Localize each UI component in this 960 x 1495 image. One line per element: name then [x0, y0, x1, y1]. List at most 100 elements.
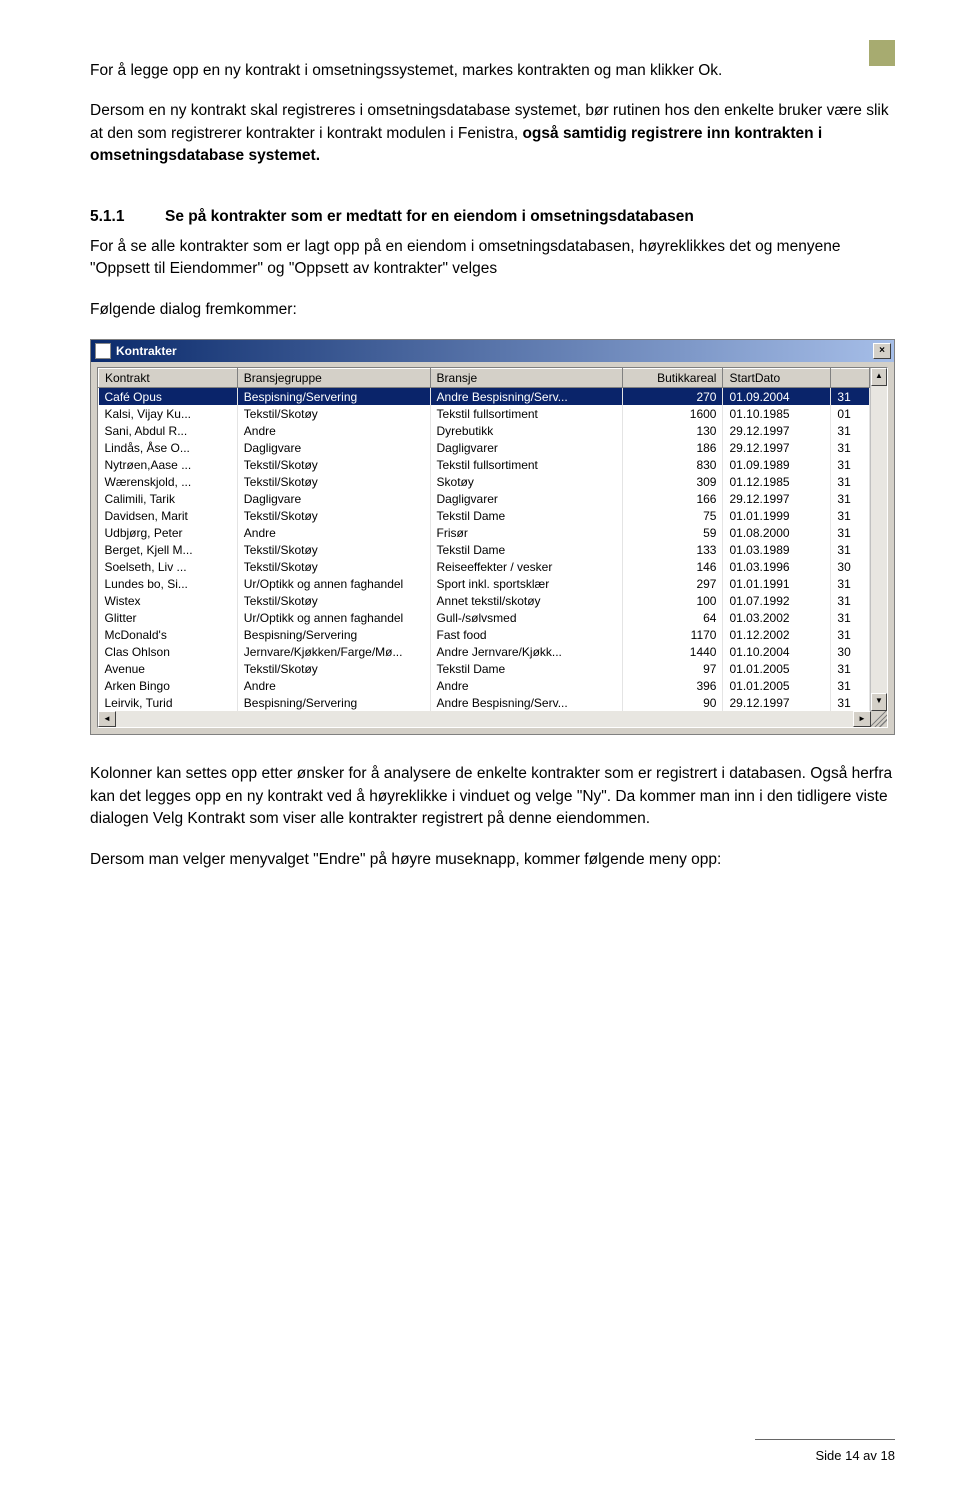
table-cell: Tekstil fullsortiment — [430, 405, 623, 422]
table-row[interactable]: GlitterUr/Optikk og annen faghandelGull-… — [99, 609, 870, 626]
table-row[interactable]: WistexTekstil/SkotøyAnnet tekstil/skotøy… — [99, 592, 870, 609]
table-cell: 31 — [831, 541, 870, 558]
table-cell: 01.03.1996 — [723, 558, 831, 575]
table-row[interactable]: Sani, Abdul R...AndreDyrebutikk13029.12.… — [99, 422, 870, 439]
table-cell: Tekstil/Skotøy — [237, 660, 430, 677]
table-row[interactable]: Lundes bo, Si...Ur/Optikk og annen fagha… — [99, 575, 870, 592]
table-cell: Tekstil Dame — [430, 660, 623, 677]
page-accent-square — [869, 40, 895, 66]
table-cell: 31 — [831, 677, 870, 694]
table-cell: 59 — [623, 524, 723, 541]
table-cell: 01.10.2004 — [723, 643, 831, 660]
dialog-titlebar[interactable]: Kontrakter × — [91, 340, 894, 362]
table-cell: Berget, Kjell M... — [99, 541, 238, 558]
table-container: KontraktBransjegruppeBransjeButikkarealS… — [97, 367, 888, 728]
scroll-track[interactable] — [871, 386, 887, 693]
column-header[interactable]: Bransjegruppe — [237, 369, 430, 388]
section-heading: 5.1.1 Se på kontrakter som er medtatt fo… — [90, 208, 895, 226]
table-cell: Skotøy — [430, 473, 623, 490]
table-cell: 31 — [831, 473, 870, 490]
table-row[interactable]: Arken BingoAndreAndre39601.01.200531 — [99, 677, 870, 694]
table-row[interactable]: Berget, Kjell M...Tekstil/SkotøyTekstil … — [99, 541, 870, 558]
table-row[interactable]: Kalsi, Vijay Ku...Tekstil/SkotøyTekstil … — [99, 405, 870, 422]
table-cell: 01.01.1991 — [723, 575, 831, 592]
table-cell: 64 — [623, 609, 723, 626]
table-cell: 31 — [831, 592, 870, 609]
scroll-up-button[interactable]: ▲ — [871, 368, 887, 386]
table-cell: 31 — [831, 524, 870, 541]
table-cell: Clas Ohlson — [99, 643, 238, 660]
table-cell: 186 — [623, 439, 723, 456]
table-row[interactable]: Udbjørg, PeterAndreFrisør5901.08.200031 — [99, 524, 870, 541]
table-cell: 1170 — [623, 626, 723, 643]
table-cell: Jernvare/Kjøkken/Farge/Mø... — [237, 643, 430, 660]
vertical-scrollbar[interactable]: ▲ ▼ — [870, 368, 887, 711]
table-cell: Ur/Optikk og annen faghandel — [237, 609, 430, 626]
table-cell: 31 — [831, 422, 870, 439]
table-cell: Bespisning/Servering — [237, 694, 430, 711]
table-cell: 146 — [623, 558, 723, 575]
paragraph: For å legge opp en ny kontrakt i omsetni… — [90, 60, 895, 82]
table-cell: 830 — [623, 456, 723, 473]
table-cell: 31 — [831, 456, 870, 473]
scroll-track[interactable] — [116, 711, 853, 727]
table-row[interactable]: AvenueTekstil/SkotøyTekstil Dame9701.01.… — [99, 660, 870, 677]
table-row[interactable]: Davidsen, MaritTekstil/SkotøyTekstil Dam… — [99, 507, 870, 524]
table-row[interactable]: Soelseth, Liv ...Tekstil/SkotøyReiseeffe… — [99, 558, 870, 575]
table-row[interactable]: McDonald'sBespisning/ServeringFast food1… — [99, 626, 870, 643]
table-cell: Dyrebutikk — [430, 422, 623, 439]
column-header[interactable]: Kontrakt — [99, 369, 238, 388]
scroll-down-button[interactable]: ▼ — [871, 693, 887, 711]
paragraph: For å se alle kontrakter som er lagt opp… — [90, 236, 895, 281]
table-row[interactable]: Clas OhlsonJernvare/Kjøkken/Farge/Mø...A… — [99, 643, 870, 660]
table-row[interactable]: Leirvik, TuridBespisning/ServeringAndre … — [99, 694, 870, 711]
window-icon — [95, 343, 111, 359]
table-cell: Leirvik, Turid — [99, 694, 238, 711]
table-cell: 01.10.1985 — [723, 405, 831, 422]
table-cell: 01.03.1989 — [723, 541, 831, 558]
table-cell: Avenue — [99, 660, 238, 677]
table-cell: 01.12.1985 — [723, 473, 831, 490]
table-cell: McDonald's — [99, 626, 238, 643]
table-cell: Bespisning/Servering — [237, 626, 430, 643]
table-cell: Lundes bo, Si... — [99, 575, 238, 592]
section-number: 5.1.1 — [90, 208, 165, 226]
table-row[interactable]: Lindås, Åse O...DagligvareDagligvarer186… — [99, 439, 870, 456]
table-cell: 309 — [623, 473, 723, 490]
table-cell: Reiseeffekter / vesker — [430, 558, 623, 575]
table-cell: Bespisning/Servering — [237, 388, 430, 406]
kontrakter-table[interactable]: KontraktBransjegruppeBransjeButikkarealS… — [98, 368, 870, 711]
table-cell: Tekstil/Skotøy — [237, 592, 430, 609]
column-header[interactable]: Butikkareal — [623, 369, 723, 388]
table-row[interactable]: Nytrøen,Aase ...Tekstil/SkotøyTekstil fu… — [99, 456, 870, 473]
table-cell: Andre — [237, 677, 430, 694]
section-title: Se på kontrakter som er medtatt for en e… — [165, 208, 694, 226]
table-cell: Arken Bingo — [99, 677, 238, 694]
table-cell: 1440 — [623, 643, 723, 660]
table-cell: Gull-/sølvsmed — [430, 609, 623, 626]
close-button[interactable]: × — [873, 343, 891, 359]
table-cell: 01.09.2004 — [723, 388, 831, 406]
table-cell: 01 — [831, 405, 870, 422]
table-cell: 31 — [831, 626, 870, 643]
scroll-left-button[interactable]: ◄ — [98, 711, 116, 727]
table-cell: 297 — [623, 575, 723, 592]
column-header[interactable]: Bransje — [430, 369, 623, 388]
table-cell: 100 — [623, 592, 723, 609]
table-cell: Tekstil/Skotøy — [237, 405, 430, 422]
table-cell: Udbjørg, Peter — [99, 524, 238, 541]
table-cell: 90 — [623, 694, 723, 711]
column-header[interactable] — [831, 369, 870, 388]
table-row[interactable]: Calimili, TarikDagligvareDagligvarer1662… — [99, 490, 870, 507]
table-cell: Sani, Abdul R... — [99, 422, 238, 439]
table-cell: 01.12.2002 — [723, 626, 831, 643]
column-header[interactable]: StartDato — [723, 369, 831, 388]
table-cell: 396 — [623, 677, 723, 694]
scroll-right-button[interactable]: ► — [853, 711, 871, 727]
resize-grip[interactable] — [871, 711, 887, 727]
table-cell: Lindås, Åse O... — [99, 439, 238, 456]
table-row[interactable]: Wærenskjold, ...Tekstil/SkotøySkotøy3090… — [99, 473, 870, 490]
table-row[interactable]: Café OpusBespisning/ServeringAndre Bespi… — [99, 388, 870, 406]
table-cell: 31 — [831, 439, 870, 456]
table-cell: Andre Jernvare/Kjøkk... — [430, 643, 623, 660]
